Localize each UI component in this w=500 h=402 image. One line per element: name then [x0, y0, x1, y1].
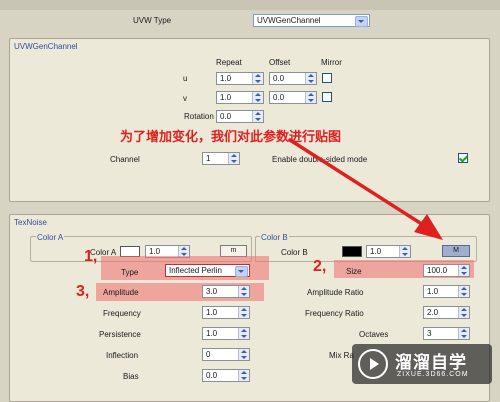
watermark-title: 溜溜自学 [395, 353, 467, 372]
play-icon [358, 349, 388, 379]
annotation-arrow-icon [288, 138, 443, 240]
watermark-url: ZIXUE.3D66.COM [397, 371, 469, 378]
watermark: 溜溜自学 ZIXUE.3D66.COM [352, 344, 492, 384]
